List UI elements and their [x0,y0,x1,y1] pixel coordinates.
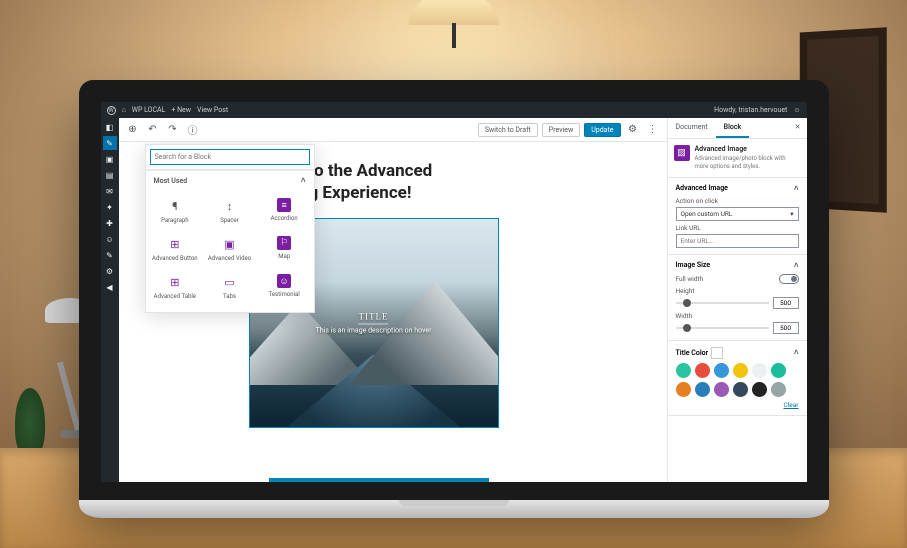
site-name[interactable]: WP LOCAL [132,106,166,114]
block-appender[interactable] [269,478,489,482]
block-glyph-icon: ▭ [221,274,237,290]
block-item-advanced-button[interactable]: ⊞Advanced Button [148,230,203,268]
color-swatch[interactable] [771,363,786,378]
block-glyph-icon: ⊞ [167,236,183,252]
settings-sidebar: Document Block ✕ ▨ Advanced Image Advanc… [667,118,807,482]
advanced-image-icon: ▨ [674,145,690,161]
home-icon[interactable]: ⌂ [122,106,126,114]
chevron-up-icon: ˄ [301,176,306,185]
block-inserter: Most Used˄ ¶Paragraph↕Spacer≡Accordion ⊞A… [145,144,315,313]
action-on-click-select[interactable]: Open custom URL▾ [676,207,799,221]
settings-gear-icon[interactable]: ⚙ [625,122,641,138]
tab-document[interactable]: Document [668,118,716,138]
color-swatch[interactable] [714,363,729,378]
admin-menu: ◧ ✎ ▣ ▤ ✉ ✦ ✚ ☺ ✎ ⚙ ◀ [101,118,119,482]
new-link[interactable]: + New [171,106,191,114]
post-title[interactable]: to the Advanced g Experience! [309,160,647,204]
avatar-icon[interactable]: ☺ [793,106,800,114]
full-width-toggle[interactable] [779,274,799,284]
block-item-advanced-video[interactable]: ▣Advanced Video [202,230,257,268]
color-swatch[interactable] [695,382,710,397]
block-glyph-icon: ¶ [167,198,183,214]
panel-title-color: Title Color ˄ Clear [668,341,807,416]
close-sidebar-icon[interactable]: ✕ [789,118,807,138]
color-swatch[interactable] [695,363,710,378]
color-swatch[interactable] [676,382,691,397]
laptop: W ⌂ WP LOCAL + New View Post Howdy, tris… [79,80,829,518]
panel-image-size: Image Size˄ Full width Height 500 Width … [668,255,807,341]
view-post-link[interactable]: View Post [197,106,228,114]
undo-button[interactable]: ↶ [145,122,161,138]
ceiling-lamp [409,0,499,50]
collapse-icon[interactable]: ◀ [103,280,117,294]
wordpress-logo-icon[interactable]: W [107,106,116,115]
color-swatch[interactable] [676,363,691,378]
editor-canvas: to the Advanced g Experience! TITLE This… [119,142,667,482]
height-value[interactable]: 500 [773,297,799,309]
editor-top-toolbar: ⊕ ↶ ↷ ⓘ Switch to Draft Preview Update ⚙… [119,118,667,142]
info-button[interactable]: ⓘ [185,122,201,138]
block-description: Advanced image/photo block with more opt… [695,155,801,171]
block-item-paragraph[interactable]: ¶Paragraph [148,192,203,230]
appearance-icon[interactable]: ✦ [103,200,117,214]
wp-admin-bar: W ⌂ WP LOCAL + New View Post Howdy, tris… [101,102,807,118]
block-glyph-icon: ⚐ [277,236,291,250]
plugins-icon[interactable]: ✚ [103,216,117,230]
greeting[interactable]: Howdy, tristan.hervouet [714,106,787,114]
width-slider[interactable] [676,327,769,329]
redo-button[interactable]: ↷ [165,122,181,138]
color-swatch[interactable] [733,363,748,378]
dashboard-icon[interactable]: ◧ [103,120,117,134]
clear-color-link[interactable]: Clear [784,401,799,409]
comments-icon[interactable]: ✉ [103,184,117,198]
update-button[interactable]: Update [584,123,620,137]
switch-to-draft-button[interactable]: Switch to Draft [478,123,538,137]
current-color-chip [711,347,723,359]
media-icon[interactable]: ▣ [103,152,117,166]
settings-icon[interactable]: ⚙ [103,264,117,278]
block-glyph-icon: ⊞ [167,274,183,290]
color-swatch[interactable] [752,382,767,397]
panel-advanced-image: Advanced Image˄ Action on click Open cus… [668,178,807,255]
block-item-spacer[interactable]: ↕Spacer [202,192,257,230]
block-item-map[interactable]: ⚐Map [257,230,312,268]
chevron-up-icon[interactable]: ˄ [794,184,799,193]
width-value[interactable]: 500 [773,322,799,334]
tools-icon[interactable]: ✎ [103,248,117,262]
color-swatch[interactable] [752,363,767,378]
more-icon[interactable]: ⋮ [645,122,661,138]
block-item-testimonial[interactable]: ☺Testimonial [257,268,312,306]
laptop-base [79,500,829,518]
block-glyph-icon: ☺ [277,274,291,288]
chevron-up-icon[interactable]: ˄ [794,261,799,270]
block-glyph-icon: ▣ [221,236,237,252]
image-overlay: TITLE This is an image description on ho… [316,312,432,335]
link-url-input[interactable] [676,234,799,248]
block-name: Advanced Image [695,145,801,154]
posts-icon[interactable]: ✎ [103,136,117,150]
block-item-tabs[interactable]: ▭Tabs [202,268,257,306]
pages-icon[interactable]: ▤ [103,168,117,182]
users-icon[interactable]: ☺ [103,232,117,246]
block-glyph-icon: ≡ [277,198,291,212]
inserter-section-header[interactable]: Most Used˄ [146,170,314,190]
tab-block[interactable]: Block [716,118,750,138]
color-swatch[interactable] [714,382,729,397]
height-slider[interactable] [676,302,769,304]
color-swatch[interactable] [733,382,748,397]
block-item-advanced-table[interactable]: ⊞Advanced Table [148,268,203,306]
block-search-input[interactable] [150,149,310,165]
preview-button[interactable]: Preview [542,123,580,137]
block-glyph-icon: ↕ [221,198,237,214]
add-block-button[interactable]: ⊕ [125,122,141,138]
color-swatch[interactable] [771,382,786,397]
block-item-accordion[interactable]: ≡Accordion [257,192,312,230]
chevron-up-icon[interactable]: ˄ [794,348,799,357]
